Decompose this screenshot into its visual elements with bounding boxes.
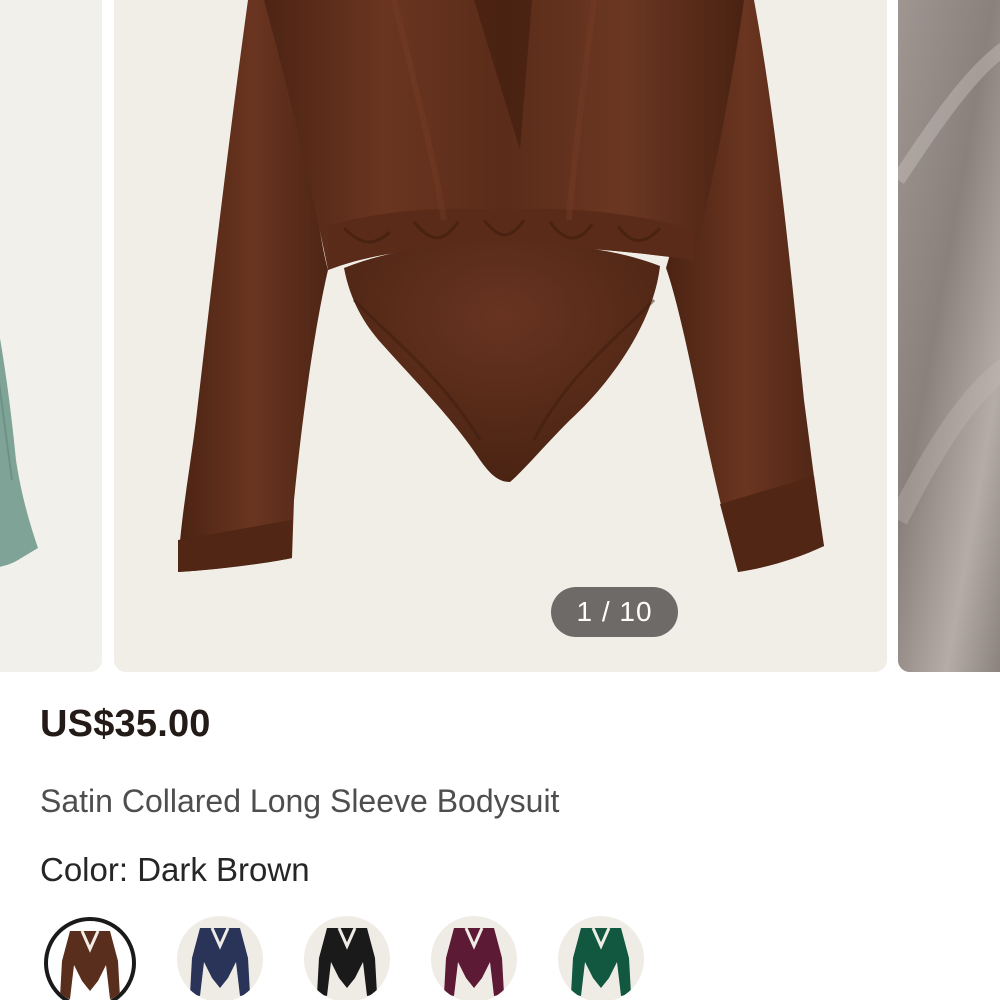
swatch-bodysuit-icon [190, 927, 250, 996]
product-image-gallery[interactable]: 1 / 10 [0, 0, 1000, 672]
color-swatch-burgundy[interactable] [431, 916, 517, 1000]
color-value: Dark Brown [137, 851, 310, 888]
gallery-slide-previous[interactable] [0, 0, 102, 672]
swatch-bodysuit-icon [444, 927, 504, 996]
selected-color-row: Color: Dark Brown [40, 851, 310, 889]
color-label: Color: [40, 851, 129, 888]
sage-bodysuit-image [0, 338, 38, 567]
color-swatch-black[interactable] [304, 916, 390, 1000]
gallery-slide-next[interactable] [898, 0, 1000, 672]
gallery-slide-main[interactable]: 1 / 10 [114, 0, 887, 672]
color-swatch-navy[interactable] [177, 916, 263, 1000]
fabric-detail-image [898, 0, 1000, 672]
color-swatch-list [0, 912, 1000, 1000]
product-price: US$35.00 [40, 703, 211, 745]
color-swatch-green[interactable] [558, 916, 644, 1000]
swatch-bodysuit-icon [317, 927, 377, 996]
brown-bodysuit-image [178, 0, 824, 572]
product-title: Satin Collared Long Sleeve Bodysuit [40, 783, 560, 819]
swatch-bodysuit-icon [60, 930, 120, 999]
color-swatch-dark-brown[interactable] [44, 917, 136, 1000]
swatch-bodysuit-icon [571, 927, 631, 996]
image-counter: 1 / 10 [551, 587, 678, 637]
